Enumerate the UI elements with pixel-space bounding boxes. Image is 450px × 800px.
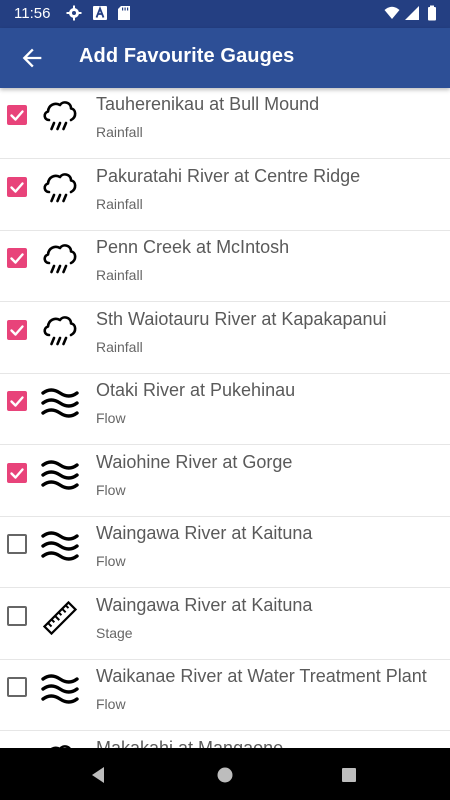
gauge-name: Tauherenikau at Bull Mound <box>96 94 320 114</box>
checkbox-checked[interactable] <box>7 248 27 268</box>
checkbox-checked[interactable] <box>7 176 27 197</box>
page-title: Add Favourite Gauges <box>79 45 295 67</box>
gauge-list-item[interactable]: Waingawa River at Kaituna Flow <box>0 517 450 588</box>
checkbox-unchecked[interactable] <box>7 534 27 554</box>
status-bar: 11:56 <box>0 0 450 28</box>
gauge-name: Waingawa River at Kaituna <box>96 523 313 543</box>
gauge-list-item[interactable]: Penn Creek at McIntosh Rainfall <box>0 231 450 302</box>
gauge-type: Flow <box>96 553 126 569</box>
gauge-name: Waikanae River at Water Treatment Plant <box>96 666 427 686</box>
rain-cloud-icon <box>40 240 80 280</box>
rain-cloud-icon <box>40 741 80 748</box>
gauge-type: Rainfall <box>96 267 143 283</box>
a-text-icon <box>93 6 107 20</box>
gauge-name: Penn Creek at McIntosh <box>96 237 290 257</box>
waves-icon <box>40 455 80 495</box>
checkbox-checked[interactable] <box>7 105 27 125</box>
gauge-name: Sth Waiotauru River at Kapakapanui <box>96 308 387 329</box>
gauge-type: Rainfall <box>96 124 143 140</box>
signal-icon <box>405 6 419 20</box>
gauge-list-item[interactable]: Waikanae River at Water Treatment Plant F… <box>0 660 450 731</box>
battery-icon <box>428 5 436 21</box>
ruler-icon <box>40 598 80 638</box>
back-triangle-icon[interactable] <box>88 764 110 786</box>
gauge-list-item[interactable]: Sth Waiotauru River at Kapakapanui Rainfa… <box>0 303 450 374</box>
gauge-type: Rainfall <box>96 195 143 212</box>
recents-square-icon[interactable] <box>338 764 360 786</box>
waves-icon <box>40 669 80 709</box>
gauge-type: Stage <box>96 624 133 641</box>
checkbox-unchecked[interactable] <box>7 677 27 697</box>
app-bar: Add Favourite Gauges <box>0 28 450 88</box>
gauge-list-item[interactable]: Pakuratahi River at Centre Ridge Rainfall <box>0 160 450 231</box>
gauge-list-item[interactable]: Makakahi at MangaoneRainfall <box>0 732 450 749</box>
gauge-name: Pakuratahi River at Centre Ridge <box>96 165 361 186</box>
waves-icon <box>40 526 80 566</box>
rain-cloud-icon <box>40 97 80 137</box>
wifi-icon <box>384 6 400 19</box>
rain-cloud-icon <box>40 312 80 352</box>
checkbox-unchecked[interactable] <box>7 605 27 626</box>
arrow-back-icon[interactable] <box>18 44 46 72</box>
gauge-list-item[interactable]: Tauherenikau at Bull Mound Rainfall <box>0 88 450 159</box>
waves-icon <box>40 383 80 423</box>
gauge-name: Otaki River at Pukehinau <box>96 380 296 400</box>
gauge-type: Flow <box>96 410 126 426</box>
checkbox-checked[interactable] <box>7 391 27 411</box>
navigation-bar <box>0 748 450 800</box>
gauge-list-item[interactable]: Otaki River at Pukehinau Flow <box>0 374 450 445</box>
status-time: 11:56 <box>14 5 51 22</box>
gauge-list-item[interactable]: Waingawa River at Kaituna Stage <box>0 589 450 660</box>
gauge-type: Rainfall <box>96 338 143 355</box>
gauge-name: Makakahi at Mangaone <box>96 737 284 749</box>
gauge-name: Waingawa River at Kaituna <box>96 594 313 615</box>
sd-card-icon <box>118 6 130 20</box>
home-circle-icon[interactable] <box>214 764 236 786</box>
rain-cloud-icon <box>40 169 80 209</box>
gauge-name: Waiohine River at Gorge <box>96 451 293 472</box>
checkbox-checked[interactable] <box>7 462 27 483</box>
gauge-list-item[interactable]: Waiohine River at Gorge Flow <box>0 446 450 517</box>
gauge-list[interactable]: Tauherenikau at Bull Mound Rainfall Pakura… <box>0 88 450 748</box>
checkbox-checked[interactable] <box>7 319 27 340</box>
gauge-type: Flow <box>96 696 126 712</box>
gear-icon <box>66 5 82 21</box>
gauge-type: Flow <box>96 481 126 498</box>
